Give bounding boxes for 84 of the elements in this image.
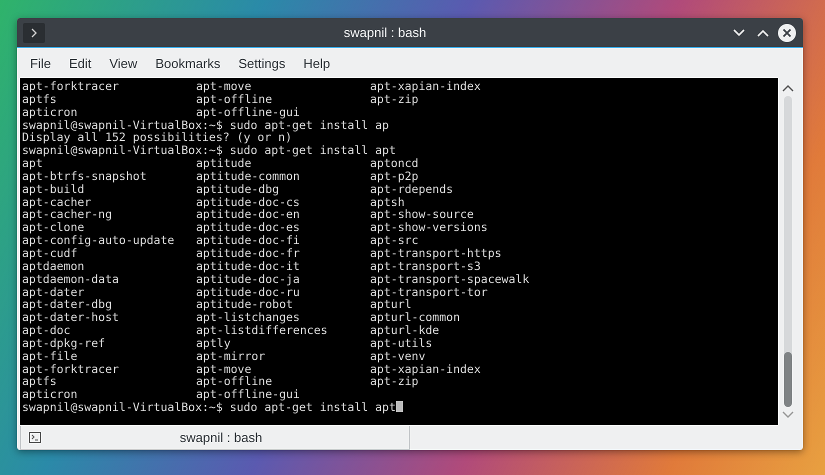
completion-entry: apt-move	[196, 80, 252, 93]
close-icon	[778, 24, 796, 42]
completion-entry: aptoncd	[370, 157, 420, 170]
menu-item[interactable]: View	[100, 52, 146, 74]
completion-entry: apt-mirror	[196, 350, 266, 363]
completion-entry: apt-btrfs-snapshot	[22, 170, 148, 183]
completion-entry: apt-cacher	[22, 196, 92, 208]
chevron-down-icon	[733, 28, 745, 36]
completion-entry: apt-clone	[22, 221, 84, 234]
terminal-line: swapnil@swapnil-VirtualBox:~$ sudo apt-get install apt	[22, 401, 396, 414]
completion-entry: aptitude-doc-cs	[196, 196, 301, 208]
completion-entry: apt-transport-https	[370, 246, 503, 260]
completion-entry: aptly	[196, 336, 231, 350]
completion-entry: apt-dater	[22, 286, 84, 298]
completion-entry: aptitude-doc-ja	[196, 272, 301, 286]
completion-entry: aptitude-doc-ru	[196, 286, 301, 298]
menu-item[interactable]: Edit	[60, 52, 100, 74]
completion-entry: apt-zip	[370, 92, 418, 106]
completion-entry: apt-cudf	[22, 246, 78, 260]
completion-entry: apt-src	[370, 234, 418, 247]
terminal-line: Display all 152 possibilities? (y or n)	[22, 131, 292, 144]
scroll-up-icon[interactable]	[782, 84, 794, 92]
completion-entry: apt-show-versions	[370, 221, 489, 234]
completion-entry: apt-transport-spacewalk	[370, 272, 530, 286]
completion-entry: apt	[22, 157, 43, 170]
completion-entry: apturl	[370, 298, 412, 312]
completion-entry: apt-rdepends	[370, 182, 454, 196]
completion-entry: aptitude-doc-es	[196, 221, 301, 234]
completion-entry: apt-forktracer	[22, 80, 120, 93]
completion-entry: aptitude-common	[196, 170, 301, 183]
completion-entry: aptdaemon-data	[22, 272, 120, 286]
completion-entry: apt-listchanges	[196, 311, 301, 324]
menu-item[interactable]: Help	[294, 52, 340, 74]
close-button[interactable]	[777, 22, 797, 42]
completion-entry: apt-p2p	[370, 170, 420, 183]
completion-entry: apt-show-source	[370, 208, 475, 222]
completion-entry: apticron	[22, 388, 78, 402]
completion-entry: apturl-kde	[370, 324, 440, 337]
completion-entry: apt-offline	[196, 92, 274, 106]
chevron-up-icon	[757, 28, 769, 36]
menu-item[interactable]: Bookmarks	[146, 52, 230, 74]
scrollbar-thumb[interactable]	[784, 352, 792, 407]
menu-item[interactable]: File	[21, 52, 60, 74]
completion-entry: apt-offline-gui	[196, 388, 301, 402]
completion-entry: aptitude-doc-en	[196, 208, 301, 222]
completion-entry: apt-utils	[370, 336, 432, 350]
completion-entry: aptsh	[370, 196, 405, 208]
completion-entry: apt-offline	[196, 375, 274, 388]
completion-entry: apticron	[22, 106, 78, 119]
completion-entry: aptitude-doc-it	[196, 260, 301, 273]
terminal-line: swapnil@swapnil-VirtualBox:~$ sudo apt-get install ap	[22, 118, 389, 132]
completion-entry: apt-move	[196, 362, 252, 376]
completion-entry: apt-xapian-index	[370, 362, 482, 376]
completion-entry: aptitude-robot	[196, 298, 293, 312]
completion-entry: apt-config-auto-update	[22, 234, 176, 247]
completion-entry: apt-venv	[370, 350, 426, 363]
completion-entry: aptfs	[22, 375, 57, 388]
completion-entry: apt-dater-dbg	[22, 298, 114, 312]
completion-entry: apturl-common	[370, 311, 462, 324]
completion-entry: apt-xapian-index	[370, 80, 482, 93]
completion-entry: apt-doc	[22, 324, 70, 337]
completion-entry: apt-offline-gui	[196, 106, 301, 119]
completion-entry: aptitude	[196, 157, 252, 170]
completion-entry: aptdaemon	[22, 260, 86, 273]
completion-entry: aptitude-dbg	[196, 182, 280, 196]
completion-entry: apt-cacher-ng	[22, 208, 114, 222]
completion-entry: apt-listdifferences	[196, 324, 329, 337]
terminal-icon[interactable]	[23, 22, 45, 42]
window-title: swapnil : bash	[342, 25, 428, 40]
completion-entry: apt-file	[22, 350, 78, 363]
completion-entry: apt-forktracer	[22, 362, 120, 376]
completion-entry: apt-transport-s3	[370, 260, 481, 273]
completion-entry: apt-build	[22, 182, 84, 196]
completion-entry: apt-transport-tor	[370, 286, 488, 298]
completion-entry: aptfs	[22, 92, 57, 106]
terminal-line: swapnil@swapnil-VirtualBox:~$ sudo apt-get install apt	[22, 144, 396, 158]
menu-item[interactable]: Settings	[229, 52, 294, 74]
session-tab[interactable]: swapnil : bash	[20, 426, 410, 450]
completion-entry: aptitude-doc-fr	[196, 246, 301, 260]
terminal-icon	[29, 432, 41, 443]
completion-entry: aptitude-doc-fi	[196, 234, 301, 247]
completion-entry: apt-dpkg-ref	[22, 336, 106, 350]
completion-entry: apt-zip	[370, 375, 418, 388]
completion-entry: apt-dater-host	[22, 311, 120, 324]
